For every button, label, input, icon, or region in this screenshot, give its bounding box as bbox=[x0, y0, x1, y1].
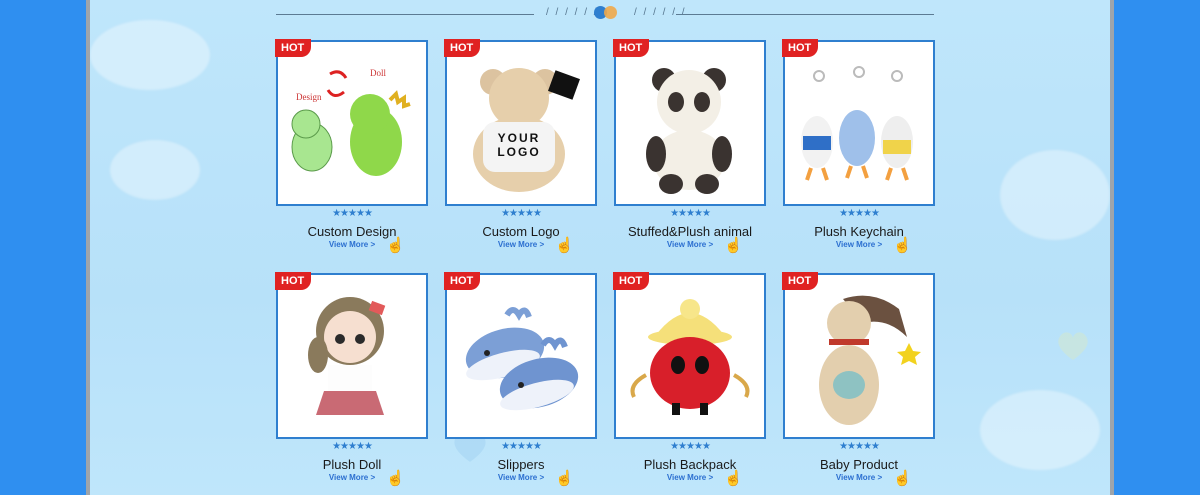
hot-badge: HOT bbox=[444, 39, 481, 57]
rating-stars: ★★★★★ bbox=[332, 441, 373, 452]
rating-stars: ★★★★★ bbox=[839, 208, 880, 219]
divider-dot bbox=[604, 6, 617, 19]
rating-stars: ★★★★★ bbox=[839, 441, 880, 452]
hot-badge: HOT bbox=[444, 272, 481, 290]
pointer-hand-icon: ☝ bbox=[555, 470, 574, 487]
view-more-link[interactable]: View More > bbox=[445, 473, 597, 482]
view-more-link[interactable]: View More > bbox=[445, 240, 597, 249]
view-more-link[interactable]: View More > bbox=[614, 473, 766, 482]
product-image[interactable] bbox=[276, 273, 428, 439]
product-title[interactable]: Plush Keychain bbox=[763, 224, 955, 239]
pointer-hand-icon: ☝ bbox=[555, 237, 574, 254]
pointer-hand-icon: ☝ bbox=[386, 237, 405, 254]
product-title[interactable]: Custom Logo bbox=[425, 224, 617, 239]
hot-badge: HOT bbox=[782, 39, 819, 57]
product-image[interactable] bbox=[783, 40, 935, 206]
rating-stars: ★★★★★ bbox=[501, 441, 542, 452]
hot-badge: HOT bbox=[275, 39, 312, 57]
product-panel: / / / / / / / / / / / / Design Doll HOT … bbox=[90, 0, 1110, 495]
view-more-link[interactable]: View More > bbox=[276, 240, 428, 249]
image-label-logo: LOGO bbox=[497, 145, 540, 159]
product-image[interactable] bbox=[614, 40, 766, 206]
rating-stars: ★★★★★ bbox=[501, 208, 542, 219]
pointer-hand-icon: ☝ bbox=[724, 470, 743, 487]
pointer-hand-icon: ☝ bbox=[893, 470, 912, 487]
image-label-doll: Doll bbox=[370, 68, 387, 78]
rating-stars: ★★★★★ bbox=[670, 441, 711, 452]
rating-stars: ★★★★★ bbox=[670, 208, 711, 219]
rating-stars: ★★★★★ bbox=[332, 208, 373, 219]
heart-icon bbox=[1058, 332, 1088, 360]
product-image[interactable]: YOUR LOGO bbox=[445, 40, 597, 206]
product-image[interactable]: Design Doll bbox=[276, 40, 428, 206]
hot-badge: HOT bbox=[275, 272, 312, 290]
section-divider: / / / / / / / / / / / / bbox=[276, 6, 936, 24]
teddy-bear-image: YOUR LOGO bbox=[473, 68, 580, 192]
product-title[interactable]: Plush Doll bbox=[256, 457, 448, 472]
pointer-hand-icon: ☝ bbox=[386, 470, 405, 487]
product-title[interactable]: Baby Product bbox=[763, 457, 955, 472]
view-more-link[interactable]: View More > bbox=[614, 240, 766, 249]
plush-backpack-image bbox=[630, 299, 750, 415]
divider-line bbox=[276, 14, 534, 15]
duck-keychain-image bbox=[801, 66, 913, 181]
hot-badge: HOT bbox=[782, 272, 819, 290]
dinosaur-plush-image: Design Doll bbox=[291, 68, 411, 176]
cloud-decoration bbox=[110, 140, 200, 200]
product-title[interactable]: Slippers bbox=[425, 457, 617, 472]
hot-badge: HOT bbox=[613, 39, 650, 57]
cloud-decoration bbox=[90, 20, 210, 90]
pointer-hand-icon: ☝ bbox=[724, 237, 743, 254]
product-image[interactable] bbox=[783, 273, 935, 439]
view-more-link[interactable]: View More > bbox=[783, 240, 935, 249]
panda-plush-image bbox=[646, 68, 732, 194]
divider-slashes: / / / / / / bbox=[546, 7, 599, 18]
image-label-design: Design bbox=[296, 92, 322, 102]
plush-doll-image bbox=[308, 297, 386, 415]
product-title[interactable]: Custom Design bbox=[256, 224, 448, 239]
slippers-image bbox=[465, 307, 579, 411]
divider-line bbox=[676, 14, 934, 15]
hot-badge: HOT bbox=[613, 272, 650, 290]
cloud-decoration bbox=[980, 390, 1100, 470]
baby-bear-image bbox=[819, 295, 921, 425]
page-frame: / / / / / / / / / / / / Design Doll HOT … bbox=[86, 0, 1114, 495]
product-title[interactable]: Stuffed&Plush animal bbox=[594, 224, 786, 239]
image-label-your: YOUR bbox=[498, 131, 541, 145]
product-image[interactable] bbox=[445, 273, 597, 439]
cloud-decoration bbox=[1000, 150, 1110, 240]
view-more-link[interactable]: View More > bbox=[276, 473, 428, 482]
product-image[interactable] bbox=[614, 273, 766, 439]
product-title[interactable]: Plush Backpack bbox=[594, 457, 786, 472]
divider-slashes: / / / / / / bbox=[634, 7, 687, 18]
view-more-link[interactable]: View More > bbox=[783, 473, 935, 482]
pointer-hand-icon: ☝ bbox=[893, 237, 912, 254]
